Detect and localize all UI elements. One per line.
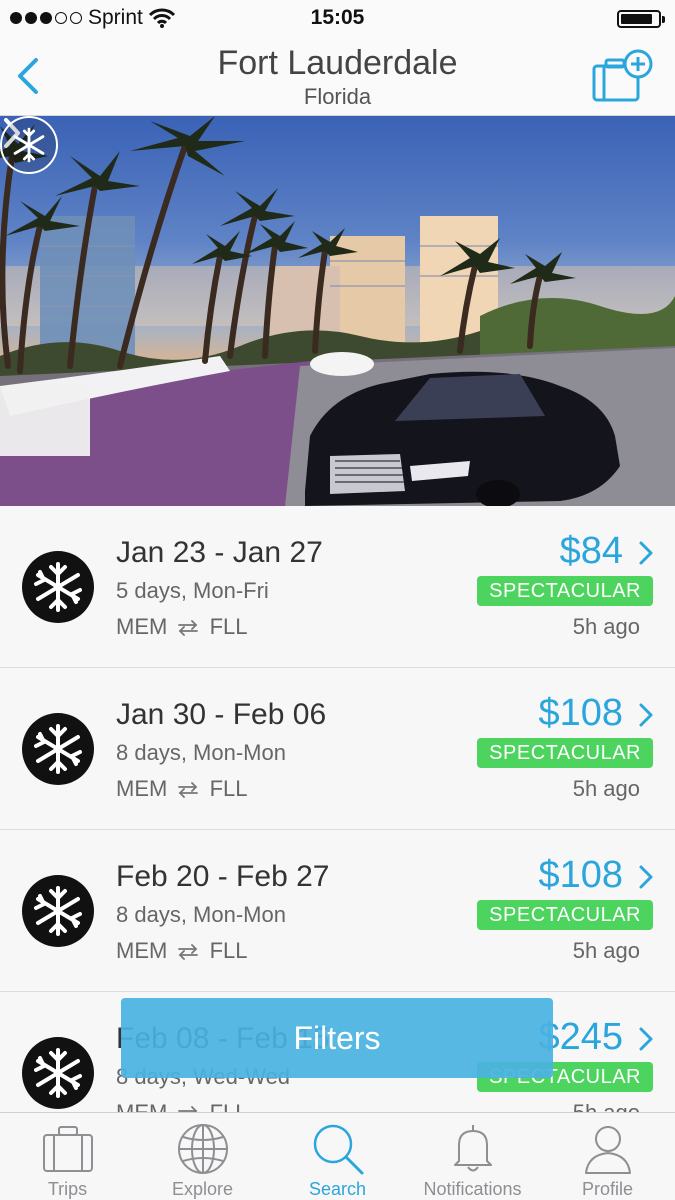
profile-icon [584, 1126, 631, 1174]
chevron-right-icon [639, 1027, 653, 1051]
bell-icon [453, 1125, 492, 1172]
deal-duration: 8 days, Mon-Mon [116, 740, 286, 765]
deal-route: MEM FLL [116, 938, 248, 964]
deal-route: MEM FLL [116, 1100, 248, 1112]
suitcase-icon [42, 1126, 93, 1172]
route-origin: MEM [116, 776, 168, 801]
snowflake-plane-icon [22, 551, 94, 623]
page-subtitle: Florida [303, 84, 372, 109]
tab-explore[interactable]: Explore [135, 1113, 270, 1200]
filters-button[interactable]: Filters [121, 998, 553, 1078]
deal-dates: Feb 20 - Feb 27 [116, 860, 330, 893]
chevron-right-icon [639, 541, 653, 565]
deal-price: $108 [538, 854, 623, 896]
tab-label: Trips [47, 1179, 88, 1199]
route-destination: FLL [210, 1100, 248, 1112]
deal-dates: Jan 23 - Jan 27 [116, 536, 323, 569]
tab-label: Profile [581, 1179, 634, 1199]
round-trip-icon [178, 944, 199, 961]
tab-label: Explore [171, 1179, 234, 1199]
snowflake-plane-icon [22, 875, 94, 947]
deal-timestamp: 5h ago [572, 938, 640, 963]
chevron-right-icon [639, 865, 653, 889]
route-origin: MEM [116, 1100, 167, 1112]
deal-rating-badge: SPECTACULAR [477, 900, 653, 930]
route-destination: FLL [209, 938, 248, 963]
deal-row[interactable]: Feb 20 - Feb 27 8 days, Mon-Mon MEM FLL … [0, 830, 675, 992]
destination-photo[interactable] [0, 116, 675, 506]
tab-search[interactable]: Search [270, 1113, 405, 1200]
add-trip-button[interactable] [591, 48, 657, 104]
globe-icon [177, 1124, 228, 1174]
deal-price: $84 [559, 530, 623, 572]
snowflake-plane-icon [22, 713, 94, 785]
route-origin: MEM [116, 938, 168, 963]
tab-label: Notifications [423, 1179, 522, 1199]
route-destination: FLL [209, 776, 248, 801]
deal-row[interactable]: Jan 23 - Jan 27 5 days, Mon-Fri MEM FLL … [0, 506, 675, 668]
deal-rating-badge: SPECTACULAR [477, 738, 653, 768]
deal-rating-badge: SPECTACULAR [477, 576, 653, 606]
deal-duration: 5 days, Mon-Fri [116, 578, 269, 603]
round-trip-icon [178, 620, 199, 637]
chevron-right-icon [639, 703, 653, 727]
deal-row[interactable]: Jan 30 - Feb 06 8 days, Mon-Mon MEM FLL … [0, 668, 675, 830]
page-title: Fort Lauderdale [217, 44, 458, 82]
destination-photo-art [0, 116, 675, 506]
clock: 15:05 [310, 6, 365, 29]
deal-timestamp: 5h ago [573, 1100, 640, 1112]
search-icon [313, 1124, 363, 1175]
battery-icon [617, 10, 665, 28]
tab-label: Search [308, 1179, 367, 1199]
tab-profile[interactable]: Profile [540, 1113, 675, 1200]
deal-route: MEM FLL [116, 776, 248, 802]
tab-trips[interactable]: Trips [0, 1113, 135, 1200]
deal-price: $108 [538, 692, 623, 734]
navigation-bar: Fort Lauderdale Florida [0, 38, 675, 116]
status-bar: Sprint 15:05 [0, 0, 675, 38]
round-trip-icon [178, 782, 199, 799]
deal-route: MEM FLL [116, 614, 248, 640]
deal-timestamp: 5h ago [572, 776, 640, 801]
route-origin: MEM [116, 614, 168, 639]
route-destination: FLL [209, 614, 248, 639]
snowflake-plane-icon [22, 1037, 94, 1109]
deal-dates: Jan 30 - Feb 06 [116, 698, 327, 731]
deal-duration: 8 days, Mon-Mon [116, 902, 286, 927]
deal-timestamp: 5h ago [572, 614, 640, 639]
tab-notifications[interactable]: Notifications [405, 1113, 540, 1200]
tab-bar: Trips Explore Search Notifications Profi… [0, 1112, 675, 1200]
snowflake-plane-icon [0, 116, 58, 174]
